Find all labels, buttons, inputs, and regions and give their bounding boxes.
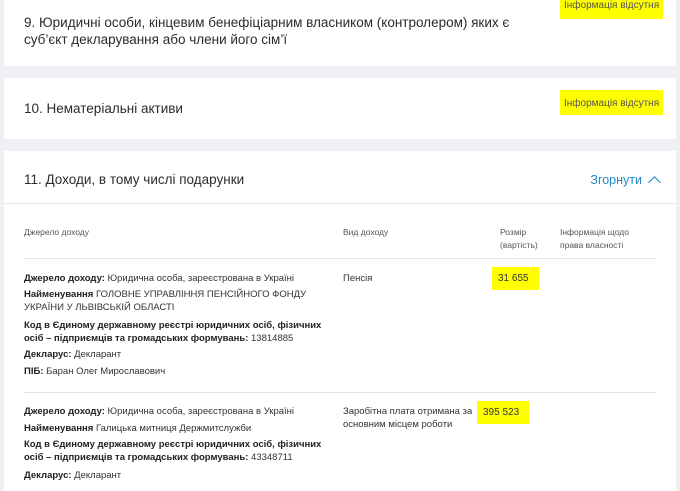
field-value: Галицька митниця Держмитслужби bbox=[95, 423, 252, 434]
field-value: Декларант bbox=[74, 349, 122, 360]
row-income-amount: 395 523 bbox=[477, 401, 530, 424]
collapse-label: Згорнути bbox=[590, 173, 642, 187]
row-separator bbox=[24, 392, 656, 393]
section-9-status: Інформація відсутня bbox=[560, 0, 664, 19]
section-10-status-text: Інформація відсутня bbox=[560, 90, 664, 115]
field-value: Юридична особа, зареєстрована в Україні bbox=[107, 406, 295, 417]
field-value: Баран Олег Мирославович bbox=[46, 366, 166, 377]
field-label: Декларус: bbox=[24, 349, 72, 360]
field-label: Декларус: bbox=[24, 470, 72, 481]
collapse-button[interactable]: Згорнути bbox=[590, 173, 661, 189]
col-header-source: Джерело доходу bbox=[24, 227, 89, 237]
row-code-field: Код в Єдиному державному реєстрі юридичн… bbox=[24, 438, 339, 464]
section-11-divider bbox=[4, 203, 676, 204]
section-10-title: 10. Нематеріальні активи bbox=[24, 101, 183, 116]
field-value: 43348711 bbox=[251, 452, 293, 463]
field-label: Найменування bbox=[24, 423, 94, 434]
section-9-title: 9. Юридичні особи, кінцевим бенефіціарни… bbox=[24, 15, 510, 47]
header-separator bbox=[24, 258, 656, 259]
field-label: Найменування bbox=[24, 289, 94, 300]
row-income-type: Заробітна плата отримана за основним міс… bbox=[343, 406, 473, 430]
row-income-amount: 31 655 bbox=[492, 267, 539, 290]
field-value: 13814885 bbox=[251, 333, 294, 344]
section-9-status-text: Інформація відсутня bbox=[560, 0, 664, 19]
row-pib-field: ПІБ: Баран Олег Мирославович bbox=[24, 365, 339, 378]
field-label: Джерело доходу: bbox=[24, 273, 105, 284]
field-label: ПІБ: bbox=[24, 366, 44, 377]
row-declarant-field: Декларус: Декларант bbox=[24, 348, 339, 361]
section-10-card: 10. Нематеріальні активи Інформація відс… bbox=[4, 78, 676, 139]
section-11-card: 11. Доходи, в тому числі подарунки Згорн… bbox=[4, 151, 676, 491]
field-label: Джерело доходу: bbox=[24, 406, 105, 417]
row-name-field: Найменування Галицька митниця Держмитслу… bbox=[24, 422, 339, 435]
section-10-status: Інформація відсутня bbox=[560, 90, 664, 115]
col-header-ownership: Інформація щодо права власності bbox=[560, 227, 629, 250]
chevron-up-icon bbox=[648, 175, 661, 189]
row-name-field: Найменування ГОЛОВНЕ УПРАВЛІННЯ ПЕНСІЙНО… bbox=[24, 288, 339, 314]
row-code-field: Код в Єдиному державному реєстрі юридичн… bbox=[24, 319, 339, 345]
section-9-card: 9. Юридичні особи, кінцевим бенефіціарни… bbox=[4, 0, 676, 66]
row-declarant-field: Декларус: Декларант bbox=[24, 469, 339, 482]
field-value: Декларант bbox=[74, 470, 122, 481]
row-source-field: Джерело доходу: Юридична особа, зареєстр… bbox=[24, 272, 339, 285]
field-value: Юридична особа, зареєстрована в Україні bbox=[107, 273, 295, 284]
section-11-title: 11. Доходи, в тому числі подарунки bbox=[24, 172, 245, 187]
row-source-field: Джерело доходу: Юридична особа, зареєстр… bbox=[24, 405, 339, 418]
row-income-type: Пенсія bbox=[343, 273, 373, 284]
col-header-amount: Розмір (вартість) bbox=[500, 227, 538, 250]
col-header-type: Вид доходу bbox=[343, 227, 389, 237]
